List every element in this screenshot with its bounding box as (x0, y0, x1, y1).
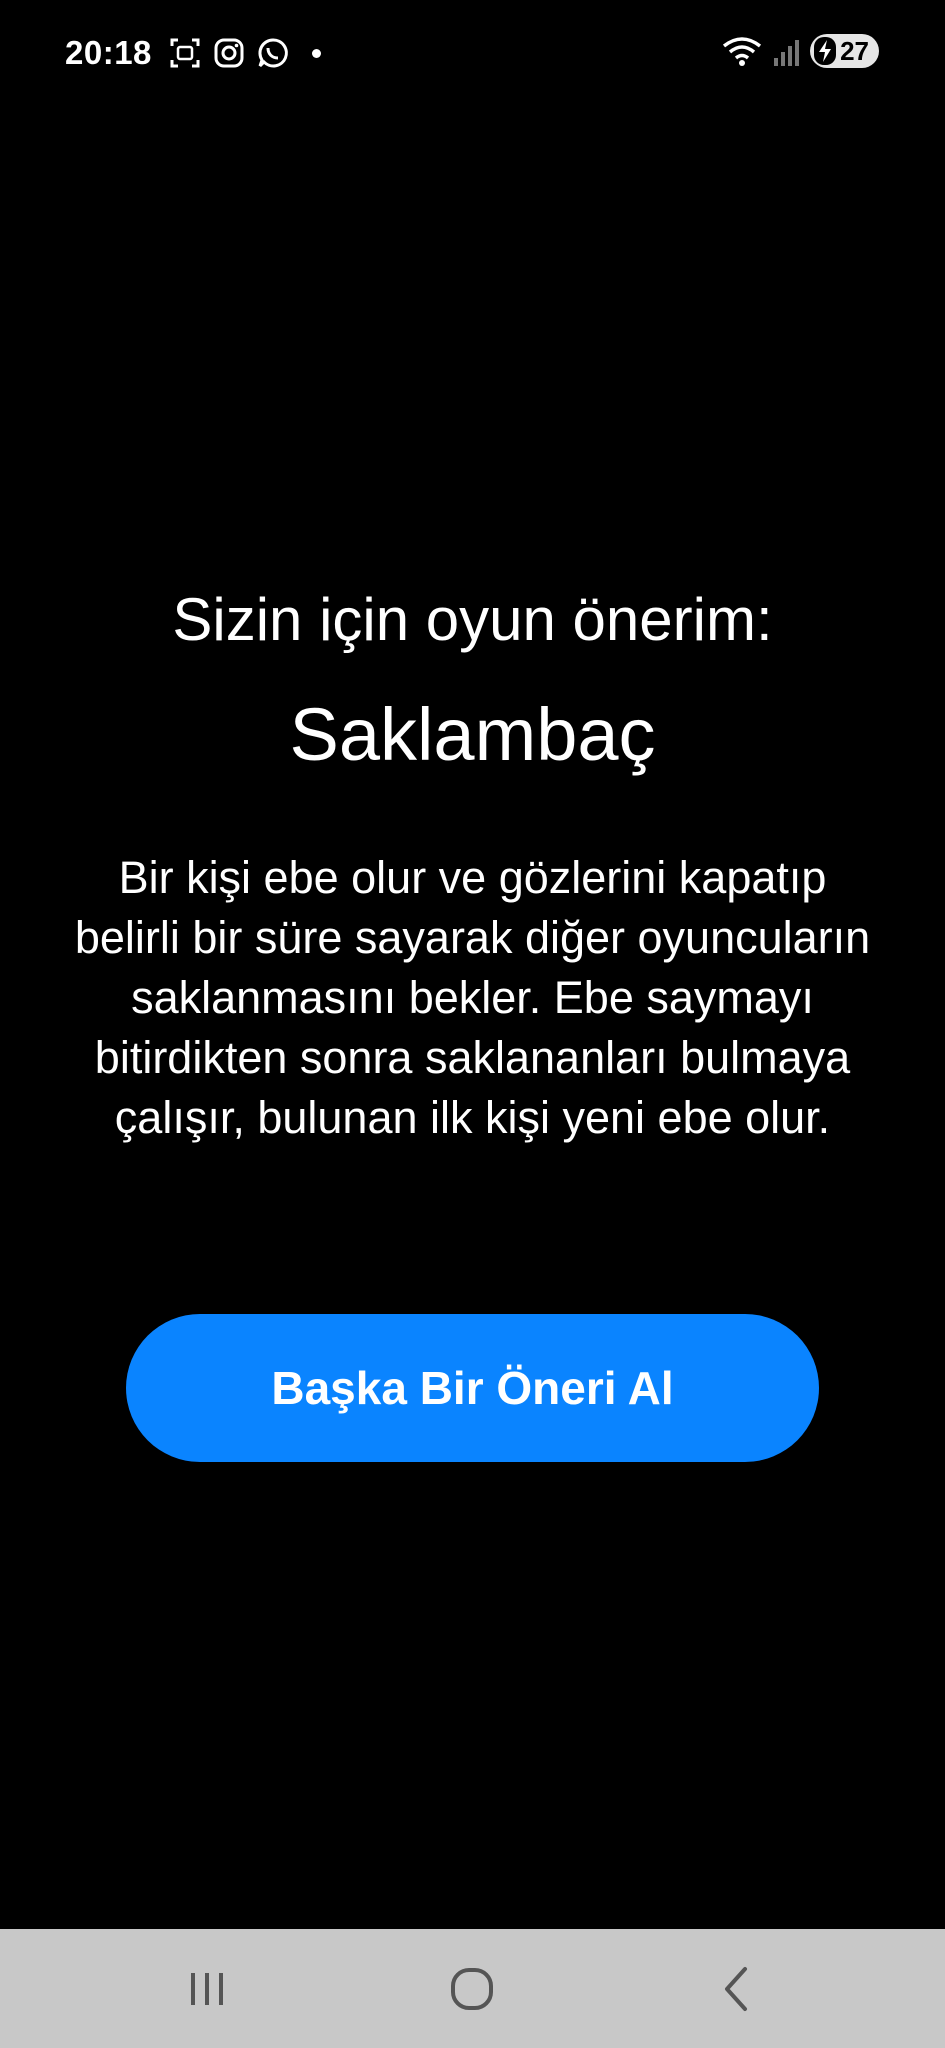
recents-icon (191, 1972, 223, 2005)
home-button[interactable] (402, 1929, 542, 2048)
notification-icons (168, 36, 321, 70)
new-suggestion-button[interactable]: Başka Bir Öneri Al (126, 1314, 819, 1462)
game-description: Bir kişi ebe olur ve gözlerini kapatıp b… (74, 852, 871, 1143)
suggestion-content: Sizin için oyun önerim: Saklambaç Bir ki… (0, 580, 945, 1148)
status-bar: 20:18 27 (0, 0, 945, 110)
page-title: Sizin için oyun önerim: (172, 586, 773, 653)
back-button[interactable] (667, 1929, 807, 2048)
status-time: 20:18 (65, 34, 152, 71)
battery-charging-icon (814, 37, 837, 65)
game-name: Saklambaç (289, 693, 656, 776)
system-icons: 27 (720, 34, 879, 68)
back-icon (725, 1966, 747, 2011)
battery-indicator: 27 (810, 34, 879, 68)
home-icon (451, 1967, 493, 2010)
navigation-bar (0, 1929, 945, 2048)
wifi-icon (723, 37, 762, 66)
whatsapp-icon (258, 38, 288, 68)
signal-icon (774, 40, 800, 66)
dot-icon (312, 48, 321, 58)
recents-button[interactable] (137, 1929, 277, 2048)
instagram-icon (214, 38, 244, 68)
screenshot-icon (170, 38, 200, 68)
battery-level: 27 (840, 35, 869, 66)
